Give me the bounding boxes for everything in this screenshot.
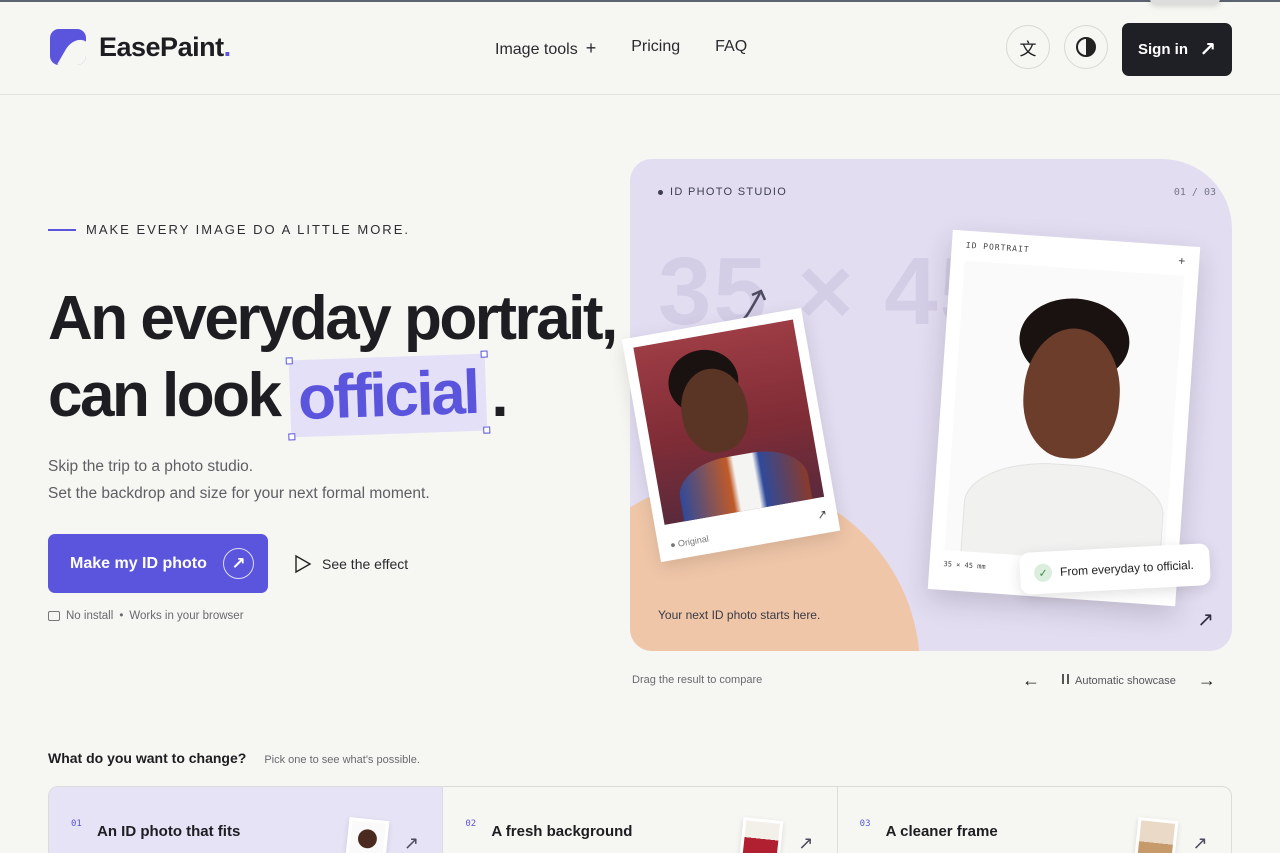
option-label: A fresh background [491,823,633,840]
drag-hint: Drag the result to compare [632,674,763,686]
nav-faq[interactable]: FAQ [715,38,747,59]
original-label: ● Original [669,533,710,551]
hero-subtitle: Skip the trip to a photo studio. Set the… [48,453,430,507]
nav-image-tools-label: Image tools [495,41,578,58]
option-thumbnail [1133,817,1179,853]
original-photo[interactable]: ● Original ↗ [621,307,841,563]
change-options: 01 An ID photo that fits ↗ 02 A fresh ba… [48,786,1232,853]
option-background[interactable]: 02 A fresh background ↗ [443,787,838,853]
option-label: An ID photo that fits [97,823,241,840]
original-portrait-image [633,319,825,525]
option-number: 01 [71,819,82,829]
original-label-text: Original [677,533,710,549]
cta-arrow: ↗ [231,553,246,573]
selection-handle [482,426,490,434]
meta-separator: • [119,610,124,622]
see-effect-button[interactable]: See the effect [294,554,408,574]
showcase-controls: ← Automatic showcase → [1022,670,1216,691]
option-id-photo[interactable]: 01 An ID photo that fits ↗ [49,787,444,853]
nav-image-tools[interactable]: Image tools + [495,38,596,59]
hero-title-line2: can look [48,361,282,430]
brand-logo-icon [50,29,86,65]
shirt-shape [674,443,817,525]
hero-subtitle-line1: Skip the trip to a photo studio. [48,458,254,475]
autoplay-label: Automatic showcase [1075,675,1176,687]
contrast-icon [1076,37,1096,57]
option-thumbnail [738,817,784,853]
option-label: A cleaner frame [885,823,998,840]
sign-in-label: Sign in [1138,41,1188,58]
autoplay-toggle[interactable]: Automatic showcase [1062,674,1176,687]
selection-handle [287,433,296,441]
play-icon [295,554,312,574]
result-badge-text: From everyday to official. [1059,557,1195,579]
id-size-label: 35 × 45 mm [943,559,986,571]
nav-pricing[interactable]: Pricing [631,38,680,59]
make-id-photo-button[interactable]: Make my ID photo ↗ [48,534,268,593]
plus-icon: + [585,38,597,58]
showcase-tag: ID PHOTO STUDIO [658,186,787,198]
hero-subtitle-line2: Set the backdrop and size for your next … [48,485,430,502]
id-portrait-image [944,260,1185,566]
eyebrow-line [48,228,76,231]
brand-dot: . [223,31,232,62]
option-frame[interactable]: 03 A cleaner frame ↗ [838,787,1231,853]
arrow-up-right-icon[interactable]: ↗ [1197,607,1214,632]
check-icon: ✓ [1033,563,1053,583]
tag-dot [658,189,663,195]
arrow-up-right-icon: ↗ [1199,39,1216,61]
prev-arrow-button[interactable]: ← [1022,670,1040,691]
eyebrow-text: MAKE EVERY IMAGE DO A LITTLE MORE. [86,222,410,237]
language-icon: 文 [1019,39,1037,59]
id-portrait-label: ID PORTRAIT [965,240,1030,255]
showcase-footer: Your next ID photo starts here. [658,608,821,622]
arrow-up-right-icon: ↗ [815,506,829,523]
option-number: 03 [859,819,871,829]
arrow-up-right-icon: ↗ [223,548,254,579]
main-nav: Image tools + Pricing FAQ [495,38,747,59]
plus-icon: + [1177,253,1186,269]
showcase-tag-text: ID PHOTO STUDIO [670,186,788,198]
arrow-up-right-icon: ↗ [404,833,420,853]
highlight-word: official [296,357,479,434]
hero-title-line1: An everyday portrait, [48,284,618,353]
see-effect-label: See the effect [322,556,409,572]
pause-icon [1062,674,1069,684]
change-title: What do you want to change? [48,750,247,766]
change-subtitle: Pick one to see what's possible. [264,754,420,766]
sign-in-button[interactable]: Sign in ↗ [1122,23,1232,76]
site-header: EasePaint. Image tools + Pricing FAQ 文 Si… [0,2,1280,95]
meta-no-install: No install [66,610,114,622]
hero-eyebrow: MAKE EVERY IMAGE DO A LITTLE MORE. [48,222,410,237]
brand-name-text: EasePaint [99,31,224,62]
showcase-counter: 01 / 03 [1173,187,1216,198]
option-number: 02 [465,819,477,829]
hero-title-highlight: official [285,350,490,441]
meta-browser: Works in your browser [129,610,244,622]
option-thumbnail [344,817,390,853]
brand-name: EasePaint. [99,32,231,63]
hero-meta: No install • Works in your browser [48,610,244,622]
theme-toggle-button[interactable] [1064,25,1108,69]
selection-handle [479,350,488,358]
arrow-up-right-icon: ↗ [1192,833,1208,853]
cta-label: Make my ID photo [70,554,207,572]
arrow-up-right-icon: ↗ [798,833,814,853]
hero-title-period: . [491,361,508,430]
language-button[interactable]: 文 [1006,25,1050,69]
browser-icon [48,611,60,621]
change-section-header: What do you want to change? Pick one to … [48,750,420,766]
next-arrow-button[interactable]: → [1198,670,1216,691]
brand-logo[interactable]: EasePaint. [50,29,231,65]
selection-handle [285,357,293,365]
hero-title: An everyday portrait, can look official. [48,280,618,441]
